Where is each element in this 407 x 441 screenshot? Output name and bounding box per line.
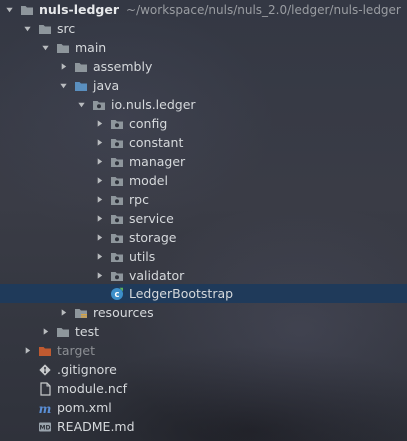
svg-text:c: c xyxy=(114,290,119,300)
collapsed-arrow-icon[interactable] xyxy=(94,138,104,148)
package-storage-label: storage xyxy=(129,230,177,245)
collapsed-arrow-icon[interactable] xyxy=(94,233,104,243)
package-rpc-label: rpc xyxy=(129,192,149,207)
java-label: java xyxy=(93,78,120,93)
expanded-arrow-icon[interactable] xyxy=(40,43,50,53)
package-config-label: config xyxy=(129,116,168,131)
markdown-file-icon: MD xyxy=(38,420,52,434)
collapsed-arrow-icon[interactable] xyxy=(58,308,68,318)
tree-node-package[interactable]: model xyxy=(0,171,407,190)
src-label: src xyxy=(57,21,76,36)
collapsed-arrow-icon[interactable] xyxy=(40,327,50,337)
package-label: io.nuls.ledger xyxy=(111,97,196,112)
tree-node-package[interactable]: storage xyxy=(0,228,407,247)
tree-node-gitignore[interactable]: .gitignore xyxy=(0,360,407,379)
bootstrap-label: LedgerBootstrap xyxy=(129,286,234,301)
tree-node-test[interactable]: test xyxy=(0,322,407,341)
folder-icon xyxy=(56,325,70,339)
package-icon xyxy=(110,212,124,226)
text-file-icon xyxy=(38,381,52,396)
expanded-arrow-icon[interactable] xyxy=(4,5,14,15)
package-icon xyxy=(110,136,124,150)
tree-node-package[interactable]: service xyxy=(0,209,407,228)
folder-icon xyxy=(74,60,88,74)
tree-node-package[interactable]: manager xyxy=(0,152,407,171)
test-label: test xyxy=(75,324,100,339)
tree-node-assembly[interactable]: assembly xyxy=(0,57,407,76)
git-file-icon xyxy=(38,363,52,377)
tree-node-target[interactable]: target xyxy=(0,341,407,360)
tree-node-package[interactable]: rpc xyxy=(0,190,407,209)
collapsed-arrow-icon[interactable] xyxy=(94,214,104,224)
readme-label: README.md xyxy=(57,419,135,434)
svg-text:MD: MD xyxy=(40,424,51,431)
resources-folder-icon xyxy=(74,306,88,320)
gitignore-label: .gitignore xyxy=(57,362,117,377)
tree-node-package[interactable]: config xyxy=(0,114,407,133)
package-model-label: model xyxy=(129,173,168,188)
package-validator-label: validator xyxy=(129,268,185,283)
tree-node-readme[interactable]: MD README.md xyxy=(0,417,407,436)
project-tree-panel: nuls-ledger ~/workspace/nuls/nuls_2.0/le… xyxy=(0,0,407,441)
collapsed-arrow-icon[interactable] xyxy=(94,157,104,167)
root-path: ~/workspace/nuls/nuls_2.0/ledger/nuls-le… xyxy=(126,2,401,17)
module-folder-icon xyxy=(20,3,34,17)
collapsed-arrow-icon[interactable] xyxy=(94,271,104,281)
pom-label: pom.xml xyxy=(57,400,112,415)
collapsed-arrow-icon[interactable] xyxy=(94,176,104,186)
maven-icon: m xyxy=(38,401,52,415)
tree-node-package[interactable]: constant xyxy=(0,133,407,152)
tree-node-module-ncf[interactable]: module.ncf xyxy=(0,379,407,398)
folder-icon xyxy=(56,41,70,55)
package-icon xyxy=(92,98,106,112)
resources-label: resources xyxy=(93,305,154,320)
collapsed-arrow-icon[interactable] xyxy=(94,119,104,129)
tree-node-pom[interactable]: m pom.xml xyxy=(0,398,407,417)
package-icon xyxy=(110,117,124,131)
package-icon xyxy=(110,155,124,169)
package-icon xyxy=(110,250,124,264)
tree-node-root[interactable]: nuls-ledger ~/workspace/nuls/nuls_2.0/le… xyxy=(0,0,407,19)
target-label: target xyxy=(57,343,96,358)
tree-node-package[interactable]: utils xyxy=(0,247,407,266)
expanded-arrow-icon[interactable] xyxy=(22,24,32,34)
tree-node-src[interactable]: src xyxy=(0,19,407,38)
source-folder-icon xyxy=(74,79,88,93)
collapsed-arrow-icon[interactable] xyxy=(58,62,68,72)
tree-node-java[interactable]: java xyxy=(0,76,407,95)
collapsed-arrow-icon[interactable] xyxy=(22,346,32,356)
expanded-arrow-icon[interactable] xyxy=(76,100,86,110)
package-service-label: service xyxy=(129,211,174,226)
assembly-label: assembly xyxy=(93,59,153,74)
tree-node-main[interactable]: main xyxy=(0,38,407,57)
tree-node-package-root[interactable]: io.nuls.ledger xyxy=(0,95,407,114)
package-manager-label: manager xyxy=(129,154,186,169)
expanded-arrow-icon[interactable] xyxy=(58,81,68,91)
svg-text:m: m xyxy=(39,402,52,415)
collapsed-arrow-icon[interactable] xyxy=(94,252,104,262)
folder-icon xyxy=(38,22,52,36)
package-constant-label: constant xyxy=(129,135,184,150)
java-class-icon: c xyxy=(110,287,124,301)
root-label: nuls-ledger xyxy=(39,2,120,17)
main-label: main xyxy=(75,40,107,55)
package-icon xyxy=(110,231,124,245)
excluded-folder-icon xyxy=(38,344,52,358)
collapsed-arrow-icon[interactable] xyxy=(94,195,104,205)
package-utils-label: utils xyxy=(129,249,156,264)
tree-node-package[interactable]: validator xyxy=(0,266,407,285)
tree-node-bootstrap-class[interactable]: c LedgerBootstrap xyxy=(0,284,407,303)
package-icon xyxy=(110,174,124,188)
package-icon xyxy=(110,269,124,283)
module-ncf-label: module.ncf xyxy=(57,381,128,396)
package-icon xyxy=(110,193,124,207)
tree-node-resources[interactable]: resources xyxy=(0,303,407,322)
